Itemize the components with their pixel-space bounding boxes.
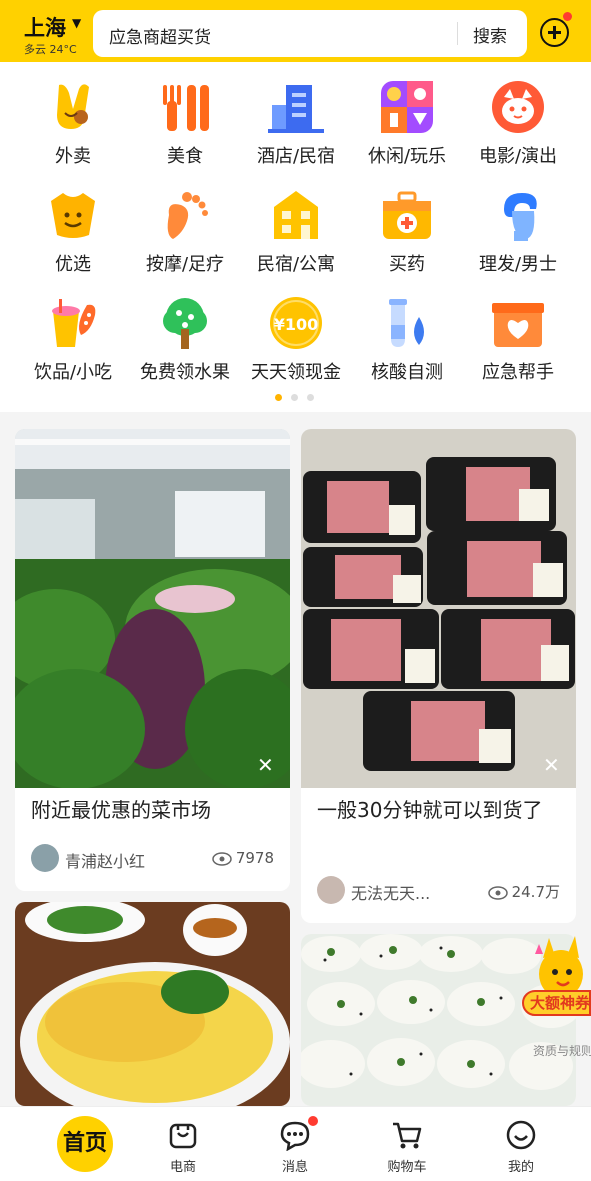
view-count: 24.7万 — [487, 881, 560, 902]
tab-ecommerce[interactable]: 电商 — [124, 1107, 242, 1181]
category-haircut[interactable]: 理发/男士 — [459, 170, 577, 278]
search-input[interactable]: 应急商超买货 — [109, 23, 211, 48]
category-hotel[interactable]: 酒店/民宿 — [237, 62, 355, 170]
search-button[interactable]: 搜索 — [473, 22, 507, 47]
tab-home-label: 首页 — [57, 1116, 113, 1172]
cash-coin-icon: ¥100 — [270, 297, 322, 349]
category-label: 理发/男士 — [478, 254, 558, 275]
emergency-box-icon — [492, 303, 544, 347]
close-icon[interactable]: ✕ — [257, 753, 274, 777]
foot-massage-icon — [167, 192, 208, 239]
category-medicine[interactable]: 买药 — [348, 170, 466, 278]
top-header: 上海 ▼ 多云 24°C 应急商超买货 搜索 — [0, 0, 591, 62]
unread-badge — [308, 1116, 318, 1126]
category-emergency[interactable]: 应急帮手 — [459, 278, 577, 386]
chevron-down-icon[interactable]: ▼ — [72, 16, 81, 30]
category-youxuan[interactable]: 优选 — [14, 170, 132, 278]
category-label: 天天领现金 — [251, 362, 341, 383]
tab-profile[interactable]: 我的 — [462, 1107, 580, 1181]
view-count-value: 7978 — [235, 849, 274, 867]
tab-messages[interactable]: 消息 — [236, 1107, 354, 1181]
bottom-tab-bar: 首页 电商 消息 购物车 我的 — [0, 1106, 591, 1181]
movie-icon — [492, 81, 544, 133]
category-label: 饮品/小吃 — [33, 362, 113, 383]
tab-label: 我的 — [507, 1160, 534, 1175]
page-dot — [307, 394, 314, 401]
medicine-icon — [383, 191, 431, 239]
hotel-icon — [268, 85, 324, 133]
chicken-dish-image — [15, 902, 290, 1106]
author-name: 无法无天... — [351, 884, 431, 903]
message-bubble-icon — [280, 1121, 310, 1151]
category-label: 美食 — [167, 146, 203, 167]
category-food[interactable]: 美食 — [126, 62, 244, 170]
takeout-icon — [57, 84, 89, 129]
page-dot-active — [275, 394, 282, 401]
category-label: 民宿/公寓 — [256, 254, 336, 275]
search-divider — [457, 22, 458, 45]
card-title: 一般30分钟就可以到货了 — [317, 798, 543, 822]
category-apartment[interactable]: 民宿/公寓 — [237, 170, 355, 278]
author-name: 青浦赵小红 — [65, 852, 146, 871]
category-panel: 外卖 美食 酒店/民宿 休闲/玩乐 电影/演出 优选 按摩/足疗 民宿/公寓 买… — [0, 62, 591, 412]
category-label: 买药 — [389, 254, 425, 275]
card-title: 附近最优惠的菜市场 — [31, 798, 211, 822]
category-label: 电影/演出 — [478, 146, 558, 167]
shopping-cart-icon — [393, 1122, 422, 1149]
feed-card[interactable]: ✕ 一般30分钟就可以到货了 无法无天... 24.7万 — [301, 429, 576, 923]
category-cash[interactable]: ¥100 天天领现金 — [237, 278, 355, 386]
search-bar[interactable]: 应急商超买货 搜索 — [93, 10, 527, 57]
category-label: 休闲/玩乐 — [367, 146, 447, 167]
category-drinks[interactable]: 饮品/小吃 — [14, 278, 132, 386]
promo-badge[interactable]: 大额神券 — [522, 990, 591, 1016]
avatar — [317, 876, 345, 904]
tab-label: 消息 — [281, 1160, 308, 1175]
close-icon[interactable]: ✕ — [543, 753, 560, 777]
apartment-icon — [274, 191, 318, 239]
cash-coin-text: ¥100 — [274, 315, 319, 334]
youxuan-icon — [51, 193, 95, 238]
feed-card[interactable]: ✕ 附近最优惠的菜市场 青浦赵小红 7978 — [15, 429, 290, 891]
category-label: 优选 — [55, 254, 91, 275]
tab-home[interactable]: 首页 — [14, 1107, 132, 1181]
feed-card[interactable] — [15, 902, 290, 1106]
category-label: 免费领水果 — [140, 362, 230, 383]
tab-label: 电商 — [169, 1160, 196, 1175]
promo-rules-link[interactable]: 资质与规则 — [533, 1042, 591, 1059]
category-foot-massage[interactable]: 按摩/足疗 — [126, 170, 244, 278]
category-label: 外卖 — [55, 146, 91, 167]
shopping-bag-icon — [169, 1123, 197, 1149]
view-count: 7978 — [212, 849, 274, 867]
leisure-icon — [381, 81, 433, 133]
meat-packages-image — [301, 429, 576, 788]
eye-icon — [487, 885, 508, 900]
test-tube-icon — [389, 299, 424, 347]
category-takeout[interactable]: 外卖 — [14, 62, 132, 170]
notification-dot — [563, 12, 572, 21]
category-label: 按摩/足疗 — [145, 254, 225, 275]
food-icon — [163, 85, 209, 131]
fruit-tree-icon — [163, 298, 207, 349]
vegetable-market-image — [15, 429, 290, 788]
category-movie[interactable]: 电影/演出 — [459, 62, 577, 170]
page-dot — [291, 394, 298, 401]
category-label: 应急帮手 — [482, 362, 554, 383]
tab-cart[interactable]: 购物车 — [348, 1107, 466, 1181]
avatar — [31, 844, 59, 872]
tab-label: 购物车 — [387, 1160, 427, 1175]
view-count-value: 24.7万 — [511, 883, 560, 901]
category-test[interactable]: 核酸自测 — [348, 278, 466, 386]
category-label: 酒店/民宿 — [256, 146, 336, 167]
haircut-icon — [504, 193, 537, 241]
weather-info: 多云 24°C — [24, 43, 77, 56]
drinks-icon — [52, 299, 96, 347]
category-label: 核酸自测 — [371, 362, 443, 383]
eye-icon — [212, 851, 232, 866]
category-fruit[interactable]: 免费领水果 — [126, 278, 244, 386]
smiley-face-icon — [506, 1120, 536, 1150]
add-icon[interactable] — [540, 18, 569, 47]
city-selector[interactable]: 上海 — [24, 12, 66, 42]
category-leisure[interactable]: 休闲/玩乐 — [348, 62, 466, 170]
